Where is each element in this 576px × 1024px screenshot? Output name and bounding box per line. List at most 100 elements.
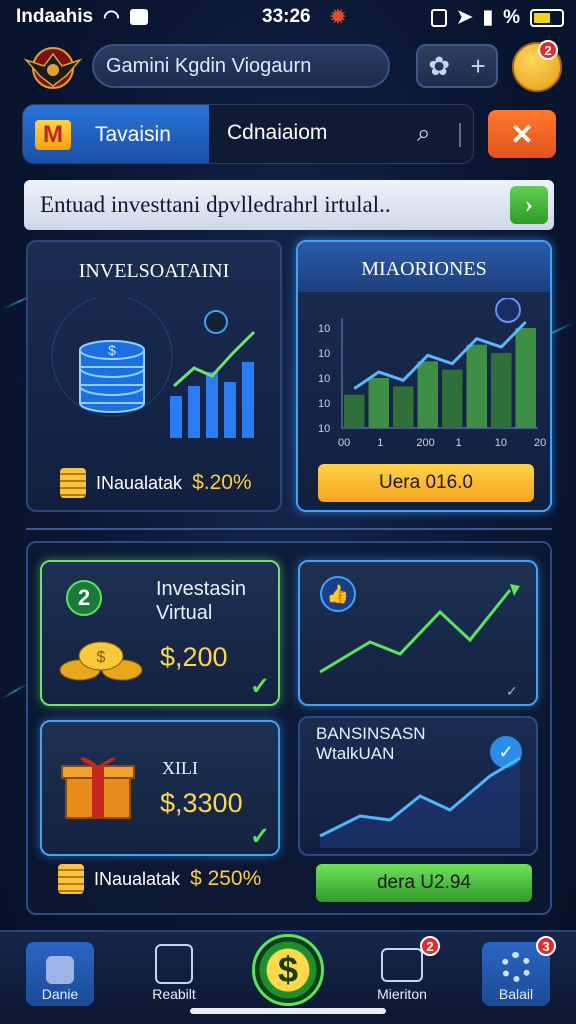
item-title: Investasin (156, 578, 247, 600)
item-subtitle: Virtual (156, 602, 213, 624)
eagle-logo-icon (23, 47, 83, 89)
chart-x-tick: 20 (534, 437, 546, 449)
record-icon (430, 8, 447, 27)
metrics-card[interactable]: MIAORIONES 10 10 10 10 10 00 1 200 1 10 20 Uera 01… (296, 240, 552, 512)
percent-icon: % (503, 6, 520, 28)
coin-value: $ 250% (190, 867, 262, 890)
chart-bar (491, 353, 512, 428)
coin-value: $.20% (192, 471, 252, 494)
database-chart-icon: $ (51, 298, 256, 438)
document-icon (155, 944, 193, 984)
chart-bar (442, 369, 463, 428)
investment-card[interactable]: INVELSOATAINI $ INaualatak $.20% (26, 240, 282, 512)
coins-icon (60, 468, 86, 498)
carrier-label: Indaahis (16, 6, 94, 27)
trend-line-chart: ✓ (319, 584, 520, 699)
tab-active-label: Tavaisin (95, 123, 171, 146)
chart-x-tick: 10 (495, 437, 507, 449)
trend-panel[interactable]: BANSINSASN WtalkUAN ✓ (298, 716, 538, 856)
chart-y-tick: 10 (318, 423, 330, 435)
item-amount: $,200 (160, 642, 228, 672)
gear-icon (501, 952, 531, 982)
card-title: MIAORIONES (361, 258, 487, 280)
nav-item-settings[interactable]: Balail 3 (482, 936, 556, 1006)
nav-item-report[interactable]: Reabilt (140, 942, 208, 1006)
nav-item-home[interactable]: Danie (26, 942, 94, 1006)
battery-icon (530, 8, 564, 27)
card-coin-row: INaualatak $.20% (60, 468, 252, 498)
close-button[interactable]: ✕ (488, 110, 556, 158)
banner-go-button[interactable]: › (510, 186, 548, 224)
home-icon (46, 956, 74, 984)
check-icon: ✓ (250, 823, 271, 850)
avatar-badge: 2 (538, 40, 558, 60)
decor-streak (1, 682, 29, 700)
summary-button[interactable]: dera U2.94 (316, 864, 532, 902)
chart-bar (466, 344, 487, 428)
chart-bar (344, 394, 365, 428)
nav-item-monitor[interactable]: Mieriton 2 (368, 936, 440, 1006)
growth-bar-chart: 101010101000 1 200 1 10 20 (318, 298, 546, 449)
chart-x-tick: 00 (338, 437, 350, 449)
dollar-icon: $ (277, 949, 299, 990)
chart-bar (393, 386, 414, 428)
home-indicator (190, 1008, 386, 1014)
search-icon[interactable]: ⌕ (417, 120, 430, 148)
section-divider (26, 528, 552, 530)
svg-text:$: $ (97, 649, 106, 666)
status-bar: Indaahis ◠ 33:26 ✹ ➤ ▮ % (0, 0, 576, 34)
gold-coins-icon: $ (59, 641, 143, 681)
target-icon (495, 298, 521, 323)
notification-icon (129, 9, 148, 25)
nav-label: Danie (41, 986, 79, 1002)
header: Gamini Kgdin Viogaurn ✿ + 2 (0, 40, 576, 96)
chart-y-tick: 10 (318, 348, 330, 360)
chart-x-tick: 200 (416, 437, 434, 449)
tab-m-icon: M (35, 120, 71, 150)
nav-badge: 2 (420, 936, 440, 956)
nav-label: Reabilt (152, 986, 196, 1002)
tab-divider (459, 123, 461, 147)
close-icon: ✕ (510, 118, 534, 150)
investment-item[interactable]: 2 Investasin Virtual $ $,200 ✓ (40, 560, 280, 706)
banner-text: Entuad investtani dpvlledrahrl irtulal.. (40, 192, 391, 217)
gear-icon[interactable]: ✿ (428, 51, 450, 82)
card-title: INVELSOATAINI (78, 260, 230, 282)
clock: 33:26 (262, 6, 311, 27)
chart-y-tick: 10 (318, 323, 330, 335)
header-actions[interactable]: ✿ + (416, 44, 498, 88)
coin-label: INaualatak (96, 472, 183, 493)
summary-coin-row: INaualatak $ 250% (58, 864, 261, 894)
check-icon: ✓ (250, 673, 271, 700)
signal-icon: ▮ (482, 7, 494, 28)
investment-item[interactable]: XILI $,3300 ✓ (40, 720, 280, 856)
chart-x-tick: 1 (377, 437, 383, 449)
chart-x-tick: 1 (456, 437, 462, 449)
tab-active[interactable]: M Tavaisin (23, 105, 209, 163)
svg-text:$: $ (108, 342, 116, 358)
location-icon: ➤ (456, 7, 473, 28)
chart-bar (515, 328, 536, 428)
wifi-icon: ◠ (103, 6, 120, 28)
nav-label: Balail (498, 986, 534, 1002)
svg-text:✓: ✓ (506, 683, 518, 699)
trend-area-chart (319, 756, 521, 848)
gift-box-icon (61, 757, 135, 819)
add-icon[interactable]: + (471, 51, 486, 82)
chevron-right-icon: › (525, 191, 533, 218)
coins-icon (58, 864, 84, 894)
metrics-button[interactable]: Uera 016.0 (318, 464, 534, 502)
item-amount: $,3300 (160, 788, 243, 818)
nav-item-dollar[interactable]: $ (252, 934, 324, 1006)
coin-label: INaualatak (94, 868, 181, 889)
search-input[interactable]: Gamini Kgdin Viogaurn (92, 44, 390, 88)
chart-bar (417, 361, 438, 428)
level-badge-text: 2 (77, 585, 91, 610)
promo-banner[interactable]: Entuad investtani dpvlledrahrl irtulal..… (24, 180, 554, 230)
nav-badge: 3 (536, 936, 556, 956)
tab-secondary[interactable]: Cdnaiaiom (227, 121, 327, 145)
nav-label: Mieriton (377, 986, 427, 1002)
trend-panel[interactable]: 👍 ✓ (298, 560, 538, 706)
monitor-icon (381, 948, 423, 982)
tab-bar: M Tavaisin Cdnaiaiom ⌕ (22, 104, 474, 164)
